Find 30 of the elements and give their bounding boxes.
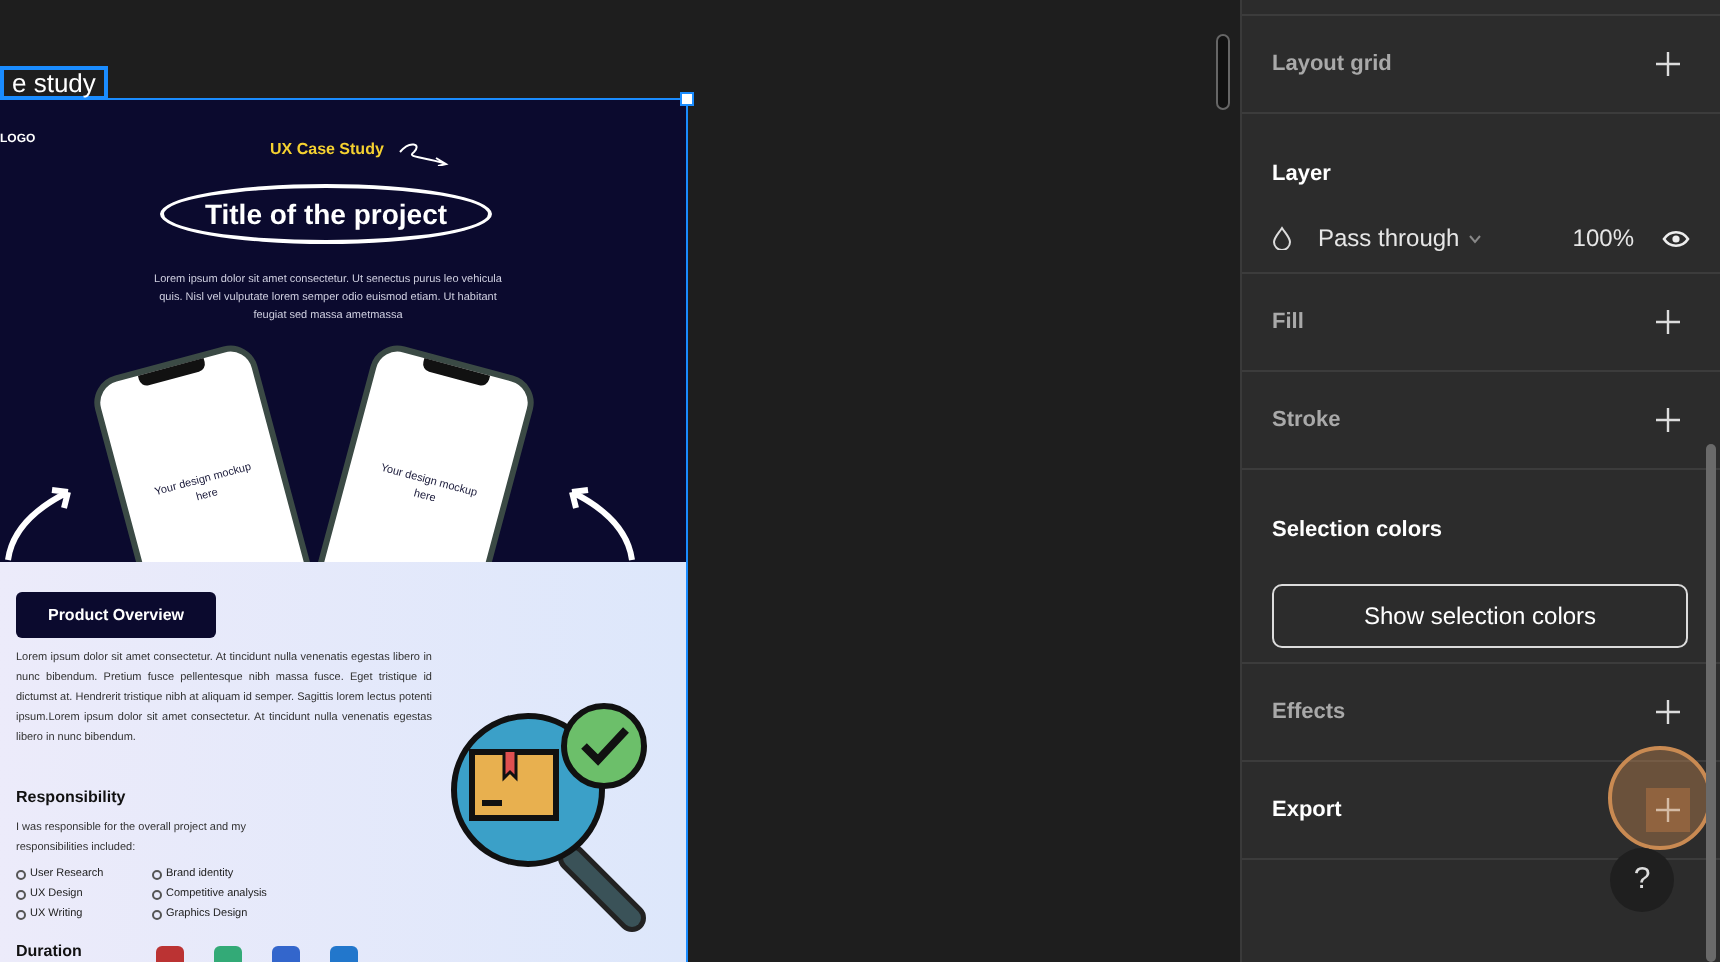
section-title: Layout grid xyxy=(1272,49,1392,80)
overview-button[interactable]: Product Overview xyxy=(16,592,216,638)
section-title: Selection colors xyxy=(1272,518,1442,542)
responsibility-heading: Responsibility xyxy=(16,786,126,810)
scrollbar-thumb[interactable] xyxy=(1216,34,1230,110)
section-title: Stroke xyxy=(1272,405,1341,436)
plus-icon xyxy=(1656,310,1680,334)
section-title: Effects xyxy=(1272,697,1346,728)
plus-icon xyxy=(1656,408,1680,432)
plus-icon xyxy=(1656,700,1680,724)
section-title: Fill xyxy=(1272,307,1304,338)
eyebrow-text: UX Case Study xyxy=(270,138,384,162)
section-title: Layer xyxy=(1272,162,1331,186)
squiggle-arrow-icon xyxy=(398,140,450,166)
scrollbar-thumb[interactable] xyxy=(1706,444,1716,962)
design-frame[interactable] xyxy=(0,98,688,962)
duration-heading: Duration xyxy=(16,940,82,962)
plus-icon xyxy=(1656,798,1680,822)
plus-icon xyxy=(1656,52,1680,76)
resize-handle[interactable] xyxy=(680,92,694,106)
frame-label[interactable]: e study xyxy=(0,66,108,100)
section-title: Export xyxy=(1272,795,1342,826)
project-title: Title of the project xyxy=(160,184,492,244)
drop-icon xyxy=(1272,226,1292,250)
show-selection-colors-button[interactable]: Show selection colors xyxy=(1272,584,1688,648)
help-button[interactable]: ? xyxy=(1610,848,1674,912)
blend-mode-dropdown[interactable]: Pass through xyxy=(1318,220,1482,256)
chevron-down-icon xyxy=(1467,233,1482,243)
eye-icon[interactable] xyxy=(1662,229,1690,247)
opacity-value[interactable]: 100% xyxy=(1572,220,1634,256)
